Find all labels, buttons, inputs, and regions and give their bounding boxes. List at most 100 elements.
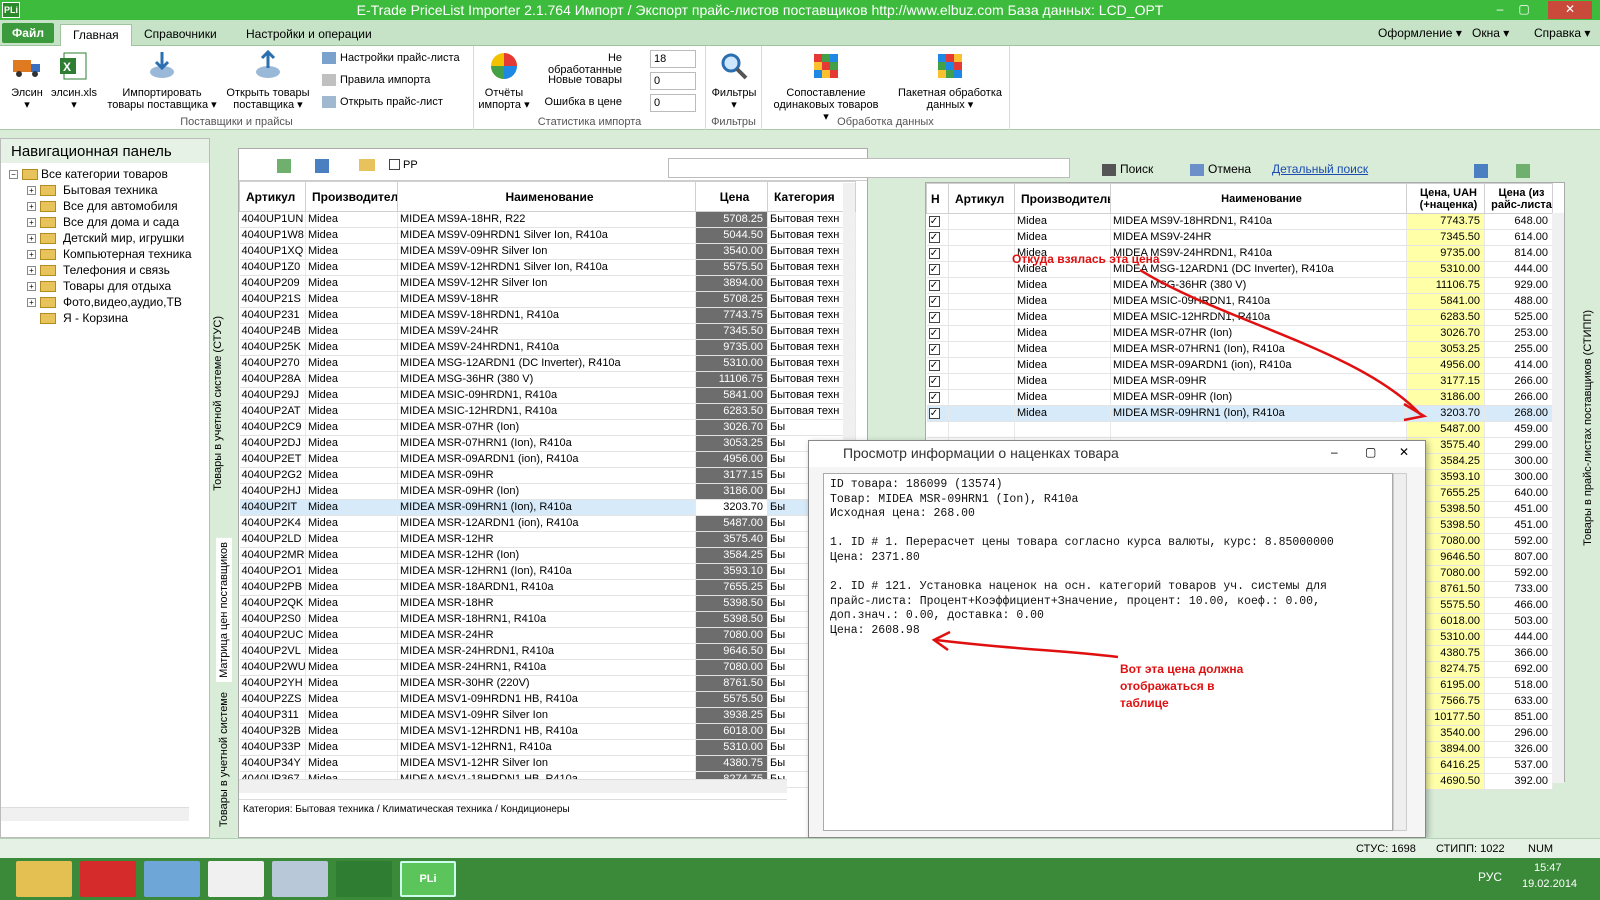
tools-icon[interactable] [315,159,329,173]
search-button[interactable]: Поиск [1102,162,1153,176]
tree-item[interactable]: + Детский мир, игрушки [7,231,192,247]
row-checkbox[interactable]: ✓ [928,280,940,291]
calculator-icon[interactable] [272,861,328,897]
vtab-goods[interactable]: Товары в учетной системе [216,688,232,831]
import-supplier-button[interactable]: Импортировать товары поставщика ▾ [104,46,220,111]
column-header[interactable]: Цена, UAH (+наценка) [1406,183,1485,214]
expand-icon[interactable]: + [27,266,36,275]
folder-icon[interactable] [359,159,375,171]
markup-info-text[interactable]: ID товара: 186099 (13574) Товар: MIDEA M… [823,473,1393,831]
table-row[interactable]: ✓ Midea MIDEA MSG-36HR (380 V) 11106.75 929.… [926,277,1553,294]
expand-icon[interactable]: + [27,218,36,227]
row-checkbox-cell[interactable]: ✓ [926,213,949,230]
cancel-search-button[interactable]: Отмена [1190,162,1251,176]
media-player-icon[interactable] [144,861,200,897]
table-row[interactable]: 4040UP231 Midea MIDEA MS9V-18HRDN1, R410a 7… [239,307,856,324]
table-row[interactable]: 4040UP2IT Midea MIDEA MSR-09HRN1 (Ion), R4… [239,499,856,516]
dialog-vertical-scrollbar[interactable] [1393,473,1407,831]
table-row[interactable]: ✓ Midea MIDEA MS9V-24HR 7345.50 614.00 [926,229,1553,246]
table-row[interactable]: ✓ Midea MIDEA MSR-09HR 3177.15 266.00 [926,373,1553,390]
table-row[interactable]: 4040UP209 Midea MIDEA MS9V-12HR Silver Ion… [239,275,856,292]
table-row[interactable]: 4040UP2PB Midea MIDEA MSR-18ARDN1, R410a 76… [239,579,856,596]
menu-help[interactable]: Справка ▾ [1534,26,1590,40]
table-row[interactable]: 4040UP2QK Midea MIDEA MSR-18HR 5398.50 Бы [239,595,856,612]
table-row[interactable]: 5487.00 459.00 [926,421,1553,438]
row-checkbox-cell[interactable]: ✓ [926,229,949,246]
column-header[interactable]: Н [926,183,949,214]
table-row[interactable]: 4040UP2O1 Midea MIDEA MSR-12HRN1 (Ion), R4… [239,563,856,580]
table-row[interactable]: ✓ Midea MIDEA MSR-07HRN1 (Ion), R410a 3053.… [926,341,1553,358]
column-header[interactable]: Наименование [1110,183,1407,214]
expand-icon[interactable]: − [9,170,18,179]
dialog-maximize-button[interactable]: ▢ [1365,445,1376,459]
dialog-minimize-button[interactable]: ‒ [1331,445,1338,459]
right-vertical-scrollbar[interactable] [1552,213,1564,783]
table-row[interactable]: 4040UP24B Midea MIDEA MS9V-24HR 7345.50 Быто… [239,323,856,340]
explorer-icon[interactable] [16,861,72,897]
tree-item[interactable]: + Товары для отдыха [7,279,192,295]
table-row[interactable]: ✓ Midea MIDEA MSIC-12HRDN1, R410a 6283.50 52… [926,309,1553,326]
chrome-icon[interactable] [208,861,264,897]
table-row[interactable]: 4040UP2UC Midea MIDEA MSR-24HR 7080.00 Бы [239,627,856,644]
table-row[interactable]: 4040UP2K4 Midea MIDEA MSR-12ARDN1 (ion), R… [239,515,856,532]
language-indicator[interactable]: РУС [1478,870,1502,884]
clock-date[interactable]: 19.02.2014 [1522,878,1577,890]
table-row[interactable]: 4040UP29J Midea MIDEA MSIC-09HRDN1, R410a 5… [239,387,856,404]
match-goods-button[interactable]: Сопоставление одинаковых товаров ▾ [772,46,880,123]
column-header[interactable]: Цена (из райс-листа [1484,183,1553,214]
row-checkbox[interactable]: ✓ [928,392,940,403]
table-row[interactable]: 4040UP2S0 Midea MIDEA MSR-18HRN1, R410a 539… [239,611,856,628]
close-button[interactable]: ✕ [1548,1,1592,19]
table-row[interactable]: 4040UP2DJ Midea MIDEA MSR-07HRN1 (Ion), R4… [239,435,856,452]
table-row[interactable]: 4040UP21S Midea MIDEA MS9V-18HR 5708.25 Быто… [239,291,856,308]
table-row[interactable]: ✓ Midea MIDEA MS9V-18HRDN1, R410a 7743.75 64… [926,213,1553,230]
row-checkbox[interactable]: ✓ [928,344,940,355]
pricelist-importer-icon[interactable]: PLi [400,861,456,897]
batch-processing-button[interactable]: Пакетная обработка данных ▾ [894,46,1006,111]
row-checkbox-cell[interactable]: ✓ [926,357,949,374]
expand-icon[interactable]: + [27,186,36,195]
clock-time[interactable]: 15:47 [1534,862,1562,874]
table-row[interactable]: 4040UP2G2 Midea MIDEA MSR-09HR 3177.15 Бы [239,467,856,484]
table-row[interactable]: 4040UP33P Midea MIDEA MSV1-12HRN1, R410a 53… [239,739,856,756]
row-checkbox-cell[interactable]: ✓ [926,389,949,406]
detailed-search-link[interactable]: Детальный поиск [1272,162,1368,176]
expand-icon[interactable]: + [27,282,36,291]
table-row[interactable]: 4040UP2ET Midea MIDEA MSR-09ARDN1 (ion), R… [239,451,856,468]
table-row[interactable]: 4040UP2C9 Midea MIDEA MSR-07HR (Ion) 3026.7… [239,419,856,436]
column-header[interactable]: Производитель [1014,183,1111,214]
tree-item[interactable]: + Фото,видео,аудио,ТВ [7,295,192,311]
row-checkbox-cell[interactable]: ✓ [926,405,949,422]
yandex-icon[interactable] [80,861,136,897]
tree-item[interactable]: + Все для дома и сада [7,215,192,231]
import-reports-button[interactable]: Отчёты импорта ▾ [476,46,532,111]
table-row[interactable]: ✓ Midea MIDEA MSR-09HR (Ion) 3186.00 266.00 [926,389,1553,406]
dialog-close-button[interactable]: ✕ [1399,445,1409,459]
tab-settings[interactable]: Настройки и операции [234,24,384,46]
tree-item[interactable]: + Бытовая техника [7,183,192,199]
search-combobox[interactable] [668,158,1070,178]
table-row[interactable]: 4040UP1Z0 Midea MIDEA MS9V-12HRDN1 Silver … [239,259,856,276]
row-checkbox[interactable]: ✓ [928,360,940,371]
table-row[interactable]: 4040UP2AT Midea MIDEA MSIC-12HRDN1, R410a 6… [239,403,856,420]
expand-icon[interactable]: + [27,298,36,307]
tab-main[interactable]: Главная [60,24,132,46]
row-checkbox-cell[interactable]: ✓ [926,325,949,342]
export-icon[interactable] [1516,164,1530,178]
row-checkbox-cell[interactable]: ✓ [926,293,949,310]
expand-icon[interactable]: + [27,250,36,259]
tree-item[interactable]: − Все категории товаров [7,167,192,183]
row-checkbox-cell[interactable]: ✓ [926,245,949,262]
table-row[interactable]: 4040UP25K Midea MIDEA MS9V-24HRDN1, R410a 9… [239,339,856,356]
table-row[interactable]: 4040UP2MR Midea MIDEA MSR-12HR (Ion) 3584.2… [239,547,856,564]
table-row[interactable]: 4040UP1XQ Midea MIDEA MS9V-09HR Silver Ion… [239,243,856,260]
row-checkbox[interactable]: ✓ [928,232,940,243]
row-checkbox[interactable]: ✓ [928,408,940,419]
column-header[interactable]: Цена [695,181,768,212]
vtab-stipp[interactable]: Товары в прайс-листах поставщиков (СТИПП… [1582,310,1594,546]
row-checkbox-cell[interactable] [926,421,949,438]
table-row[interactable]: 4040UP28A Midea MIDEA MSG-36HR (380 V) 1110… [239,371,856,388]
tree-item[interactable]: + Все для автомобиля [7,199,192,215]
row-checkbox[interactable]: ✓ [928,328,940,339]
column-header[interactable]: Наименование [397,181,696,212]
